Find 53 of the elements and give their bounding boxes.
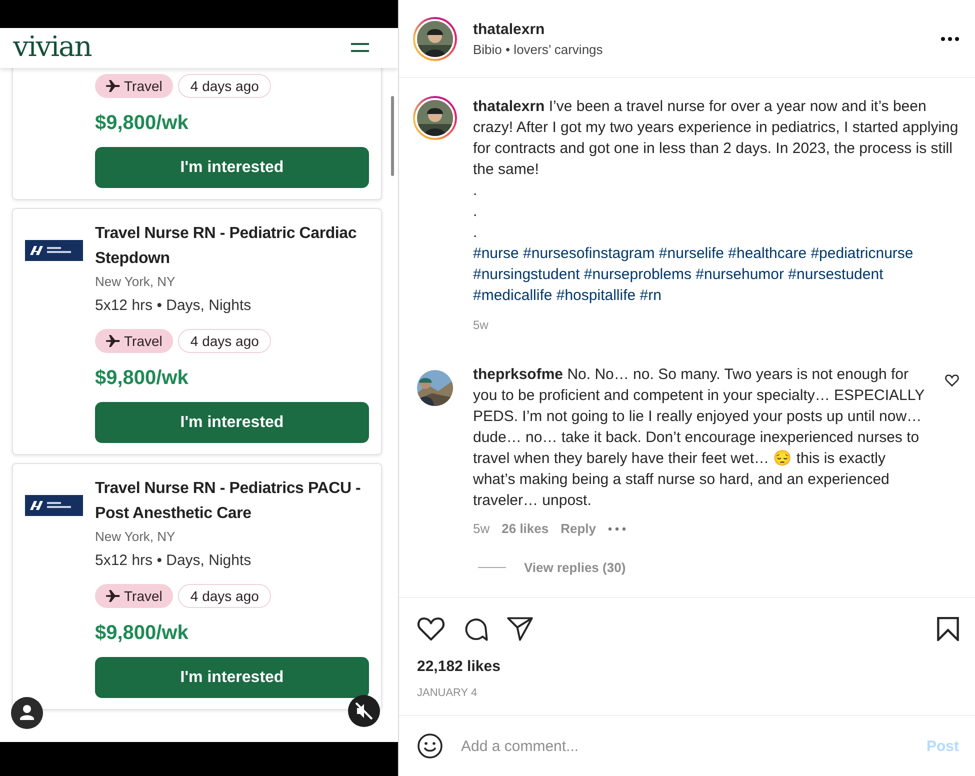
scroll-bar[interactable]	[391, 96, 394, 176]
airplane-icon	[106, 335, 120, 347]
job-card[interactable]: Travel 4 days ago $9,800/wk I'm interested	[12, 68, 382, 200]
heart-icon[interactable]	[945, 374, 959, 387]
job-schedule: 5x12 hrs • Days, Nights	[95, 551, 252, 571]
emoji-icon[interactable]	[417, 733, 443, 759]
comment-time: 5w	[473, 521, 490, 536]
caption-dot: .	[473, 202, 478, 222]
airplane-icon	[106, 590, 120, 602]
job-title[interactable]: Travel Nurse RN - Pediatric Cardiac Stepdown	[95, 221, 369, 271]
heart-icon[interactable]	[417, 616, 445, 642]
posted-tag: 4 days ago	[178, 329, 271, 353]
company-logo	[25, 495, 83, 516]
job-title[interactable]: Travel Nurse RN - Pediatrics PACU - Post Anesthetic Care	[95, 476, 369, 526]
tag-label: Travel	[124, 333, 162, 349]
bookmark-icon[interactable]	[937, 617, 959, 641]
pay-rate: $9,800/wk	[95, 366, 190, 390]
comment-icon[interactable]	[463, 616, 489, 642]
post-time: 5w	[473, 318, 490, 332]
vivian-logo: vivian	[13, 29, 92, 65]
mute-icon[interactable]	[348, 695, 380, 727]
posted-tag: 4 days ago	[178, 74, 271, 98]
story-ring[interactable]	[413, 16, 457, 60]
interested-button[interactable]: I'm interested	[95, 657, 369, 698]
hashtags[interactable]: #nurse #nursesofinstagram #nurselife #healthcare #pediatricnurse #nursingstudent #nurseproblems #nursehumor #nursestudent #medicallife #hospitallife #rn	[473, 243, 959, 306]
comment-text: theprksofme No. No… no. So many. Two years is not enough for you to be proficient and competent in your specialty… ESPECIALLY PEDS. I’m not going to lie I really enjoyed your posts up until now… dude… no… take it back. Don’t encourage inexperienced nurses to travel when they barely have their feet wet… 😔 this is exactly what’s making being a staff nurse so hard, and an experienced traveler… unpost.	[473, 365, 926, 511]
comment-field[interactable]: Add a comment...	[461, 738, 908, 754]
menu-icon[interactable]	[350, 43, 370, 53]
job-schedule: 5x12 hrs • Days, Nights	[95, 296, 252, 316]
story-ring[interactable]	[413, 96, 457, 140]
like-count[interactable]: 22,182 likes	[399, 644, 975, 675]
company-logo	[25, 240, 83, 261]
username[interactable]: thatalexrn	[473, 20, 925, 38]
job-card[interactable]: Travel Nurse RN - Pediatrics PACU - Post Anesthetic Care New York, NY 5x12 hrs • Days, Nights Travel 4 days ago $9,800/wk I'm interested	[12, 463, 382, 710]
pay-rate: $9,800/wk	[95, 621, 190, 645]
more-icon[interactable]	[941, 36, 959, 40]
caption-dot: .	[473, 181, 478, 201]
interested-button[interactable]: I'm interested	[95, 147, 369, 188]
profile-icon[interactable]	[11, 697, 43, 729]
tag-label: Travel	[124, 78, 162, 94]
caption-dot: .	[473, 223, 478, 243]
airplane-icon	[106, 80, 120, 92]
caption-text: thatalexrn I’ve been a travel nurse for over a year now and it’s been crazy! After I got my two years experience in pediatrics, I started applying for contracts and got one in less than 2 days. In 2023, the process is still the same!	[473, 97, 959, 180]
pay-rate: $9,800/wk	[95, 111, 190, 135]
audio-credit[interactable]: Bibio • lovers’ carvings	[473, 42, 925, 56]
job-location: New York, NY	[95, 273, 176, 291]
posted-tag: 4 days ago	[178, 584, 271, 608]
job-card[interactable]: Travel Nurse RN - Pediatric Cardiac Stepdown New York, NY 5x12 hrs • Days, Nights Travel 4 days ago $9,800/wk I'm interested	[12, 208, 382, 455]
tag-label: Travel	[124, 588, 162, 604]
job-location: New York, NY	[95, 528, 176, 546]
share-icon[interactable]	[507, 617, 533, 641]
post-date: JANUARY 4	[416, 686, 478, 699]
interested-button[interactable]: I'm interested	[95, 402, 369, 443]
